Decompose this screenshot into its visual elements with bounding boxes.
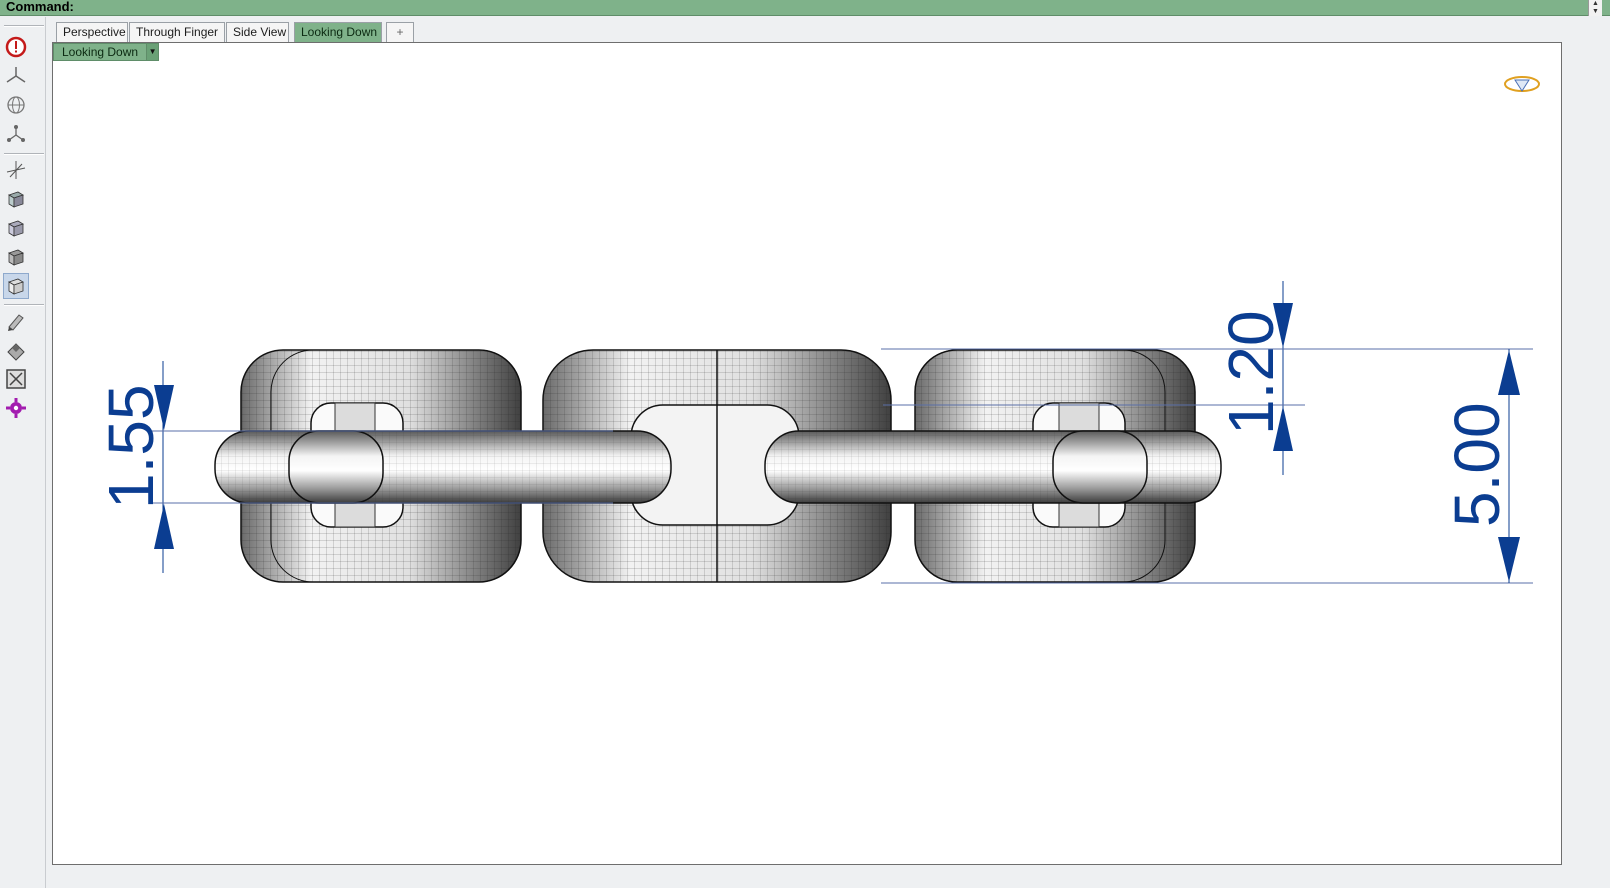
axis-move-icon <box>6 161 26 179</box>
three-axis-button[interactable] <box>3 63 29 89</box>
scroll-up-icon[interactable]: ▲ <box>1589 0 1602 8</box>
tab-label: Side View <box>233 25 287 39</box>
axis-move-button[interactable] <box>3 157 29 183</box>
cube-view-1-icon <box>8 191 24 208</box>
command-scroll[interactable]: ▲ ▼ <box>1588 0 1602 16</box>
viewport-title[interactable]: Looking Down ▼ <box>53 43 160 61</box>
tab-through-finger[interactable]: Through Finger <box>129 22 225 42</box>
connector-bar-left[interactable] <box>214 430 672 504</box>
toolbar-grip[interactable] <box>4 25 44 27</box>
dimension-left-label: 1.55 <box>95 384 167 509</box>
scroll-down-icon[interactable]: ▼ <box>1589 8 1602 16</box>
toolbar-grip[interactable] <box>4 153 44 155</box>
plus-icon: + <box>396 25 404 39</box>
fit-frame-icon <box>6 369 26 389</box>
cube-view-2-button[interactable] <box>3 215 29 241</box>
gem-icon[interactable] <box>1503 73 1541 95</box>
add-tab-button[interactable]: + <box>386 22 414 42</box>
dimension-middle-label: 1.20 <box>1215 310 1287 435</box>
viewport-looking-down[interactable]: 1.55 1.20 5.00 Looking Down ▼ <box>52 42 1562 865</box>
pencil-tool-icon <box>8 314 24 331</box>
eraser-tool-button[interactable] <box>3 337 29 363</box>
connector-bar-right[interactable] <box>764 430 1222 504</box>
cube-view-4-button[interactable] <box>3 273 29 299</box>
cube-view-4-icon <box>8 278 24 295</box>
left-toolbar <box>0 17 46 888</box>
stop-button[interactable] <box>3 34 29 60</box>
command-bar[interactable]: Command: ▲ ▼ <box>0 0 1610 16</box>
cube-view-1-button[interactable] <box>3 186 29 212</box>
node-graph-icon <box>7 125 25 142</box>
dimension-right-label: 5.00 <box>1441 402 1513 527</box>
cube-view-3-icon <box>8 249 24 266</box>
tab-label: Through Finger <box>136 25 219 39</box>
globe-grid-icon <box>7 96 25 114</box>
gear-purple-button[interactable] <box>3 395 29 421</box>
tab-label: Perspective <box>63 25 126 39</box>
tab-perspective[interactable]: Perspective <box>56 22 128 42</box>
globe-grid-button[interactable] <box>3 92 29 118</box>
chain-model-render[interactable]: 1.55 1.20 5.00 <box>53 43 1562 865</box>
tab-label: Looking Down <box>301 25 378 39</box>
eraser-tool-icon <box>7 343 25 361</box>
cube-view-2-icon <box>8 220 24 237</box>
chevron-down-icon[interactable]: ▼ <box>146 44 159 60</box>
tab-looking-down[interactable]: Looking Down <box>294 22 382 42</box>
view-tab-strip: Perspective Through Finger Side View Loo… <box>52 20 1562 42</box>
toolbar-grip[interactable] <box>4 304 44 306</box>
command-label: Command: <box>6 0 74 14</box>
pencil-tool-button[interactable] <box>3 308 29 334</box>
node-graph-button[interactable] <box>3 121 29 147</box>
viewport-title-label: Looking Down <box>62 45 139 59</box>
fit-frame-button[interactable] <box>3 366 29 392</box>
stop-icon <box>5 36 27 58</box>
cube-view-3-button[interactable] <box>3 244 29 270</box>
gear-purple-icon <box>6 398 26 418</box>
tab-side-view[interactable]: Side View <box>226 22 289 42</box>
three-axis-icon <box>6 67 26 83</box>
